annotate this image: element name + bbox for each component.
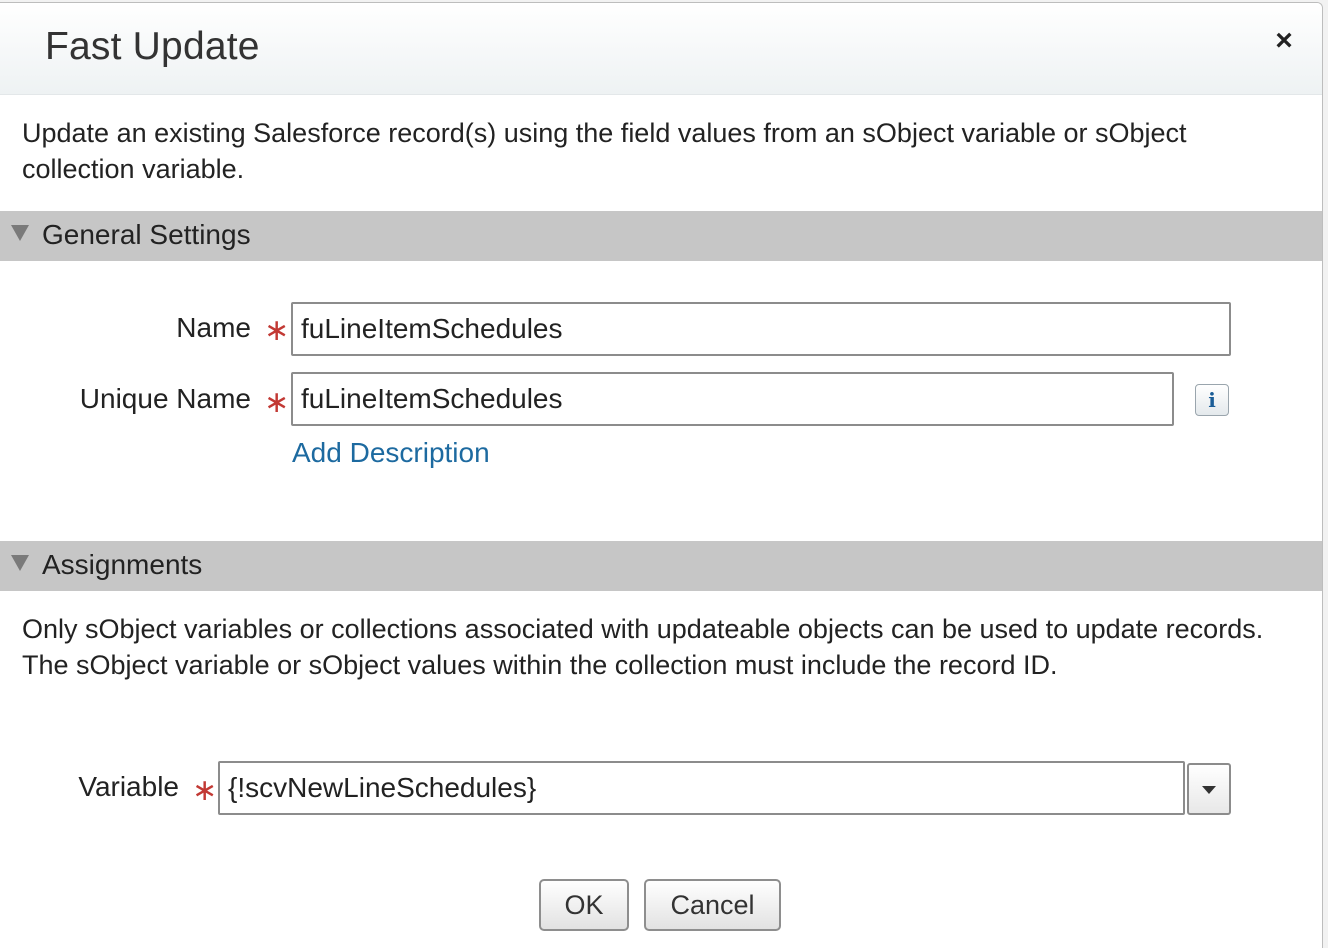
variable-label: Variable <box>78 771 179 802</box>
variable-dropdown-button[interactable] <box>1187 763 1231 815</box>
dialog-title: Fast Update <box>45 25 260 68</box>
collapse-triangle-icon[interactable] <box>11 225 29 241</box>
assignments-description: Only sObject variables or collections as… <box>22 614 1264 680</box>
ok-button[interactable]: OK <box>539 879 629 931</box>
required-marker: ∗ <box>264 386 290 419</box>
unique-name-label: Unique Name <box>79 383 251 414</box>
dialog-description: Update an existing Salesforce record(s) … <box>22 118 1187 184</box>
section-header-assignments[interactable]: Assignments <box>0 541 1322 591</box>
unique-name-input[interactable] <box>291 372 1174 426</box>
chevron-down-icon <box>1202 786 1216 794</box>
required-marker: ∗ <box>192 774 218 807</box>
section-title-general-settings: General Settings <box>42 219 251 250</box>
variable-input[interactable] <box>218 761 1185 815</box>
info-icon[interactable]: i <box>1195 384 1229 416</box>
cancel-button[interactable]: Cancel <box>644 879 781 931</box>
dialog-titlebar: Fast Update × <box>0 3 1322 95</box>
section-header-general-settings[interactable]: General Settings <box>0 211 1322 261</box>
required-marker: ∗ <box>264 314 290 347</box>
name-label: Name <box>176 312 251 343</box>
fast-update-dialog: Fast Update × Update an existing Salesfo… <box>0 2 1323 948</box>
close-icon[interactable]: × <box>1270 25 1298 57</box>
section-title-assignments: Assignments <box>42 549 203 580</box>
add-description-link[interactable]: Add Description <box>292 437 490 469</box>
name-input[interactable] <box>291 302 1231 356</box>
collapse-triangle-icon[interactable] <box>11 555 29 571</box>
